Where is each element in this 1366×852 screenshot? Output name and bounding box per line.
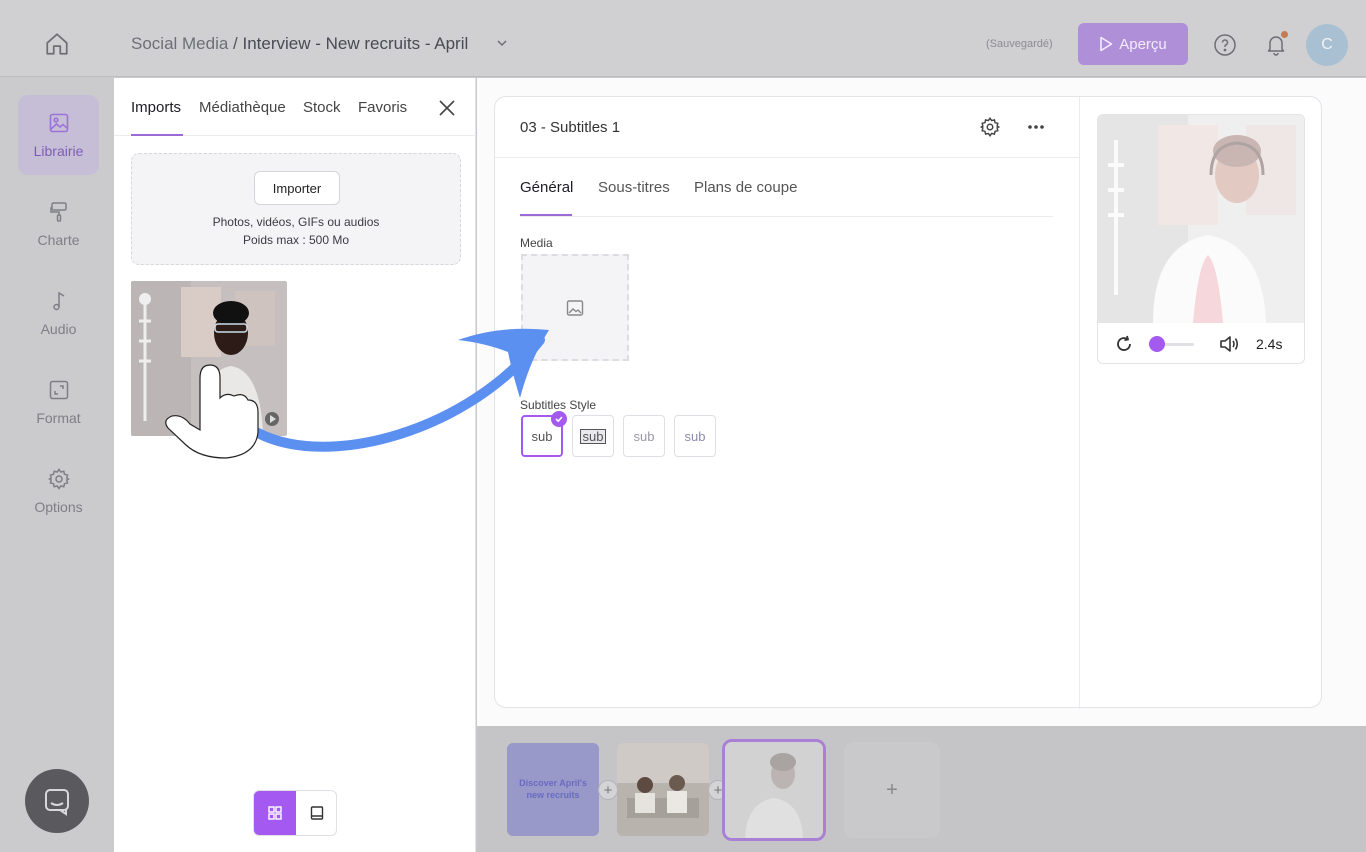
tab-favoris[interactable]: Favoris [358, 99, 407, 116]
subtitle-style-sample: sub [579, 428, 607, 444]
imported-video-thumbnail[interactable] [131, 281, 287, 436]
sidebar-item-label: Audio [40, 321, 77, 337]
timeline: Discover April's new recruits + + + [477, 726, 1366, 852]
tab-plans-de-coupe[interactable]: Plans de coupe [694, 179, 797, 196]
timeline-scene-3-selected[interactable] [722, 739, 826, 841]
timeline-scene-1[interactable]: Discover April's new recruits [507, 743, 599, 836]
scene-title[interactable]: 03 - Subtitles 1 [520, 119, 620, 136]
preview-video-frame [1098, 115, 1304, 323]
image-placeholder-icon [566, 299, 584, 316]
avatar[interactable]: C [1306, 24, 1348, 66]
sidebar-item-format[interactable]: Format [18, 362, 99, 442]
active-tab-indicator [520, 214, 572, 216]
tab-mediatheque[interactable]: Médiathèque [199, 99, 286, 116]
check-icon [551, 411, 567, 427]
editor-divider [1079, 97, 1080, 709]
volume-slider-handle[interactable] [1149, 336, 1165, 352]
tab-stock[interactable]: Stock [303, 99, 341, 116]
top-bar: Social Media / Interview - New recruits … [0, 0, 1366, 77]
library-tabs: Imports Médiathèque Stock Favoris [114, 78, 476, 136]
close-icon[interactable] [437, 98, 457, 118]
add-scene-between-button[interactable]: + [598, 780, 618, 800]
preview-video[interactable] [1098, 115, 1304, 323]
sidebar-item-charte[interactable]: Charte [18, 184, 99, 264]
music-note-icon [52, 291, 64, 311]
grid-view-button[interactable] [254, 791, 296, 835]
upload-dropzone[interactable]: Importer Photos, vidéos, GIFs ou audios … [131, 153, 461, 265]
subtitle-style-option-4[interactable]: sub [674, 415, 716, 457]
preview-player: 2.4s [1097, 114, 1305, 364]
video-thumbnail-image [131, 281, 287, 436]
left-sidebar: Librairie Charte Audio Format Options [0, 78, 114, 852]
list-view-button[interactable] [296, 791, 336, 835]
chat-icon [45, 789, 69, 816]
timeline-scene-2[interactable] [617, 743, 709, 836]
sidebar-item-label: Charte [37, 232, 80, 248]
subtitles-style-label: Subtitles Style [520, 398, 597, 412]
tabs-baseline [520, 216, 1053, 217]
dropzone-max-size: Poids max : 500 Mo [242, 233, 350, 247]
breadcrumb-root[interactable]: Social Media [131, 34, 228, 53]
scene-2-thumbnail [617, 743, 709, 836]
grid-icon [268, 806, 282, 820]
media-dropzone[interactable] [521, 254, 629, 361]
play-icon [1100, 36, 1113, 52]
home-icon[interactable] [44, 31, 70, 57]
subtitle-style-option-2[interactable]: sub [572, 415, 614, 457]
media-label: Media [520, 236, 553, 250]
notification-dot [1281, 31, 1288, 38]
preview-button[interactable]: Aperçu [1078, 23, 1188, 65]
gear-icon [47, 468, 70, 490]
paint-roller-icon [49, 202, 67, 222]
tab-imports[interactable]: Imports [131, 99, 181, 116]
sidebar-item-label: Format [36, 410, 81, 426]
volume-icon[interactable] [1218, 334, 1240, 354]
sidebar-item-label: Librairie [33, 143, 84, 159]
dropzone-formats: Photos, vidéos, GIFs ou audios [212, 215, 380, 229]
breadcrumb-project: Interview - New recruits - April [242, 34, 469, 53]
sidebar-item-librairie[interactable]: Librairie [18, 95, 99, 175]
add-scene-button[interactable]: + [844, 742, 940, 838]
resize-icon [49, 380, 68, 400]
gear-icon[interactable] [979, 116, 1001, 138]
scene-3-thumbnail [725, 742, 823, 838]
subtitle-style-option-3[interactable]: sub [623, 415, 665, 457]
preview-label: Aperçu [1119, 35, 1167, 53]
more-options-icon[interactable] [1025, 116, 1047, 138]
scene-header: 03 - Subtitles 1 [495, 97, 1079, 158]
view-toggle [253, 790, 337, 836]
breadcrumb[interactable]: Social Media / Interview - New recruits … [131, 34, 468, 54]
list-view-icon [310, 806, 324, 820]
scene-1-title: Discover April's new recruits [519, 777, 587, 800]
chevron-down-icon[interactable] [495, 36, 509, 50]
library-panel: Imports Médiathèque Stock Favoris Import… [114, 78, 476, 852]
help-icon[interactable] [1213, 33, 1237, 57]
player-controls: 2.4s [1098, 323, 1304, 363]
active-tab-indicator [131, 134, 183, 136]
tab-sous-titres[interactable]: Sous-titres [598, 179, 670, 196]
sidebar-item-label: Options [34, 499, 83, 515]
tab-general[interactable]: Général [520, 179, 573, 196]
sidebar-item-options[interactable]: Options [18, 451, 99, 531]
scene-editor-card: 03 - Subtitles 1 Général Sous-titres Pla… [494, 96, 1322, 709]
chat-support-button[interactable] [25, 769, 89, 833]
save-status: (Sauvegardé) [986, 38, 1053, 50]
replay-icon[interactable] [1114, 334, 1134, 354]
breadcrumb-separator: / [228, 34, 243, 53]
image-icon [49, 113, 68, 133]
duration-readout: 2.4s [1256, 336, 1283, 352]
sidebar-item-audio[interactable]: Audio [18, 273, 99, 353]
import-button[interactable]: Importer [254, 171, 340, 205]
